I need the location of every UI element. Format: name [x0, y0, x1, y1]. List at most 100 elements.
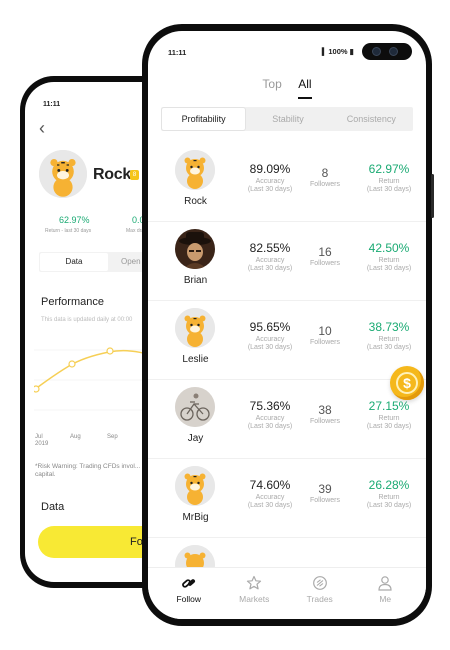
followers-count: 10 [318, 324, 332, 338]
avatar [39, 150, 87, 198]
tab-all[interactable]: All [298, 77, 312, 99]
follow-link-icon [181, 579, 195, 588]
nav-trades[interactable]: Trades [287, 568, 353, 619]
return-value: 38.73% [368, 320, 410, 334]
tab-data[interactable]: Data [40, 253, 108, 271]
performance-note: This data is updated daily at 00:00 [41, 317, 133, 323]
followers-count: 16 [318, 245, 332, 259]
chart-point [106, 347, 114, 355]
accuracy-value: 89.09% [249, 162, 291, 176]
nav-label: Markets [239, 594, 270, 604]
segment-consistency[interactable]: Consistency [330, 107, 413, 131]
nav-label: Trades [306, 594, 333, 604]
camera-cutout [362, 43, 412, 60]
tab-top[interactable]: Top [262, 77, 281, 97]
followers-count: 8 [321, 166, 329, 180]
chart-x-label: Jul 2019 [35, 434, 48, 448]
accuracy-label: Accuracy (Last 30 days) [247, 336, 293, 351]
followers-label: Followers [310, 497, 340, 504]
dollar-coin-icon[interactable]: $ [390, 366, 424, 400]
status-time: 11:11 [43, 101, 61, 108]
side-button [431, 174, 434, 218]
trader-row[interactable]: Brian 82.55% Accuracy (Last 30 days) 16 F… [148, 222, 426, 301]
chart-point [34, 385, 40, 393]
nav-markets[interactable]: Markets [222, 568, 288, 619]
segment-profitability[interactable]: Profitability [162, 108, 246, 130]
return-label: Return (Last 30 days) [366, 178, 412, 193]
tiger-icon [39, 150, 87, 198]
avatar [175, 150, 215, 190]
ranking-segment-control: Profitability Stability Consistency [161, 107, 413, 131]
tiger-icon [175, 308, 215, 348]
return-value: 26.28% [368, 478, 410, 492]
nav-follow[interactable]: Follow [156, 568, 222, 619]
return-label: Return (Last 30 days) [366, 257, 412, 272]
return-value: 62.97% [368, 162, 410, 176]
accuracy-value: 74.60% [249, 478, 291, 492]
trader-name: Rock [184, 196, 207, 207]
accuracy-label: Accuracy (Last 30 days) [247, 415, 293, 430]
trader-name: Leslie [182, 354, 209, 365]
battery-level: 100% [328, 47, 348, 56]
return-label: Return (Last 30 days) [366, 494, 412, 509]
return-label: Return (Last 30 days) [366, 415, 412, 430]
battery-icon: ▮ [347, 47, 354, 56]
avatar [175, 466, 215, 506]
nav-me[interactable]: Me [353, 568, 419, 619]
avatar [175, 229, 215, 269]
trader-name: Jay [187, 433, 204, 444]
status-time: 11:11 [168, 48, 187, 57]
rank-badge-icon: 8 [130, 170, 139, 180]
return-value: 62.97% [59, 215, 90, 225]
front-phone-frame: 11:11 ▍100% ▮ Top All Profitability Stab… [142, 24, 434, 626]
hat-man-icon [175, 229, 215, 269]
bicycle-icon [175, 387, 215, 427]
data-title: Data [41, 501, 65, 513]
followers-label: Followers [310, 418, 340, 425]
chart-point [68, 360, 76, 368]
trades-circle-icon [312, 576, 327, 590]
trader-row[interactable]: Leslie 95.65% Accuracy (Last 30 days) 10 … [148, 301, 426, 380]
segment-stability[interactable]: Stability [246, 107, 329, 131]
trader-list: Rock 89.09% Accuracy (Last 30 days) 8 Fol… [148, 143, 426, 617]
star-icon [247, 575, 262, 590]
status-bar: 11:11 ▍100% ▮ [148, 31, 426, 71]
return-label: Return (Last 30 days) [366, 336, 412, 351]
trader-row[interactable]: MrBig 74.60% Accuracy (Last 30 days) 39 F… [148, 459, 426, 538]
accuracy-value: 75.36% [249, 399, 291, 413]
x-label-aug: Aug [70, 434, 81, 440]
followers-label: Followers [310, 181, 340, 188]
bottom-nav: Follow Markets Trades Me [148, 567, 426, 619]
trader-name: Brian [183, 275, 208, 286]
trader-name: Rock [93, 166, 131, 183]
accuracy-value: 82.55% [249, 241, 291, 255]
trader-row[interactable]: Jay 75.36% Accuracy (Last 30 days) 38 Fol… [148, 380, 426, 459]
tiger-icon [175, 466, 215, 506]
trader-name: MrBig [182, 512, 209, 523]
performance-title: Performance [41, 296, 104, 308]
battery-status: ▍100% ▮ [322, 47, 354, 56]
accuracy-label: Accuracy (Last 30 days) [247, 494, 293, 509]
leaderboard-screen: 11:11 ▍100% ▮ Top All Profitability Stab… [148, 31, 426, 619]
person-icon [378, 576, 392, 591]
top-tabs: Top All [148, 75, 426, 105]
accuracy-label: Accuracy (Last 30 days) [247, 178, 293, 193]
followers-count: 38 [318, 403, 332, 417]
return-value: 42.50% [368, 241, 410, 255]
back-arrow-icon[interactable]: ‹ [39, 118, 45, 139]
tiger-icon [175, 150, 215, 190]
accuracy-value: 95.65% [249, 320, 291, 334]
x-label-jul: Jul 2019 [35, 434, 49, 447]
nav-label: Me [379, 594, 392, 604]
accuracy-label: Accuracy (Last 30 days) [247, 257, 293, 272]
x-label-sep: Sep [107, 434, 118, 440]
avatar [175, 387, 215, 427]
followers-label: Followers [310, 339, 340, 346]
return-label: Return - last 30 days [45, 228, 92, 234]
avatar [175, 308, 215, 348]
signal-icon: ▍ [322, 49, 328, 56]
trader-row[interactable]: Rock 89.09% Accuracy (Last 30 days) 8 Fol… [148, 143, 426, 222]
followers-count: 39 [318, 482, 332, 496]
nav-label: Follow [176, 594, 202, 604]
followers-label: Followers [310, 260, 340, 267]
